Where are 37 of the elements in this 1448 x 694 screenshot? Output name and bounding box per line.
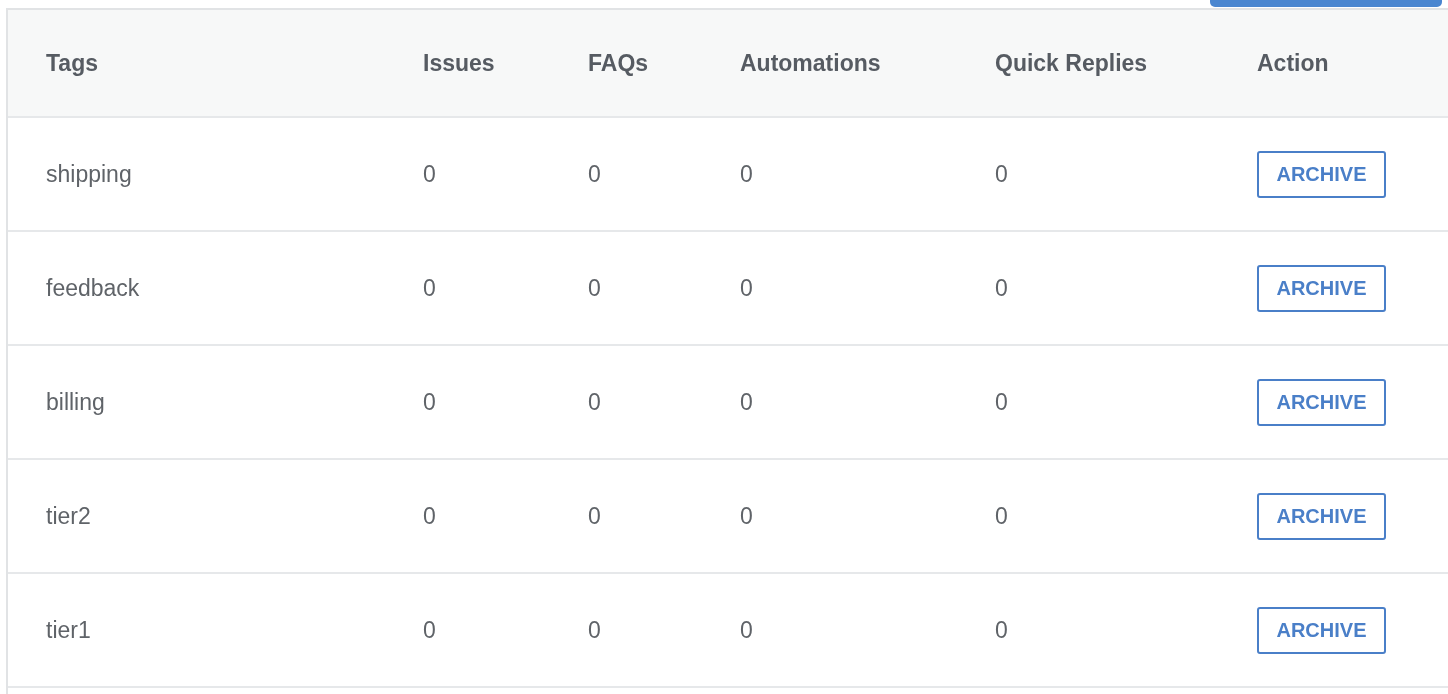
table-cell: 0 [995, 160, 1008, 187]
column-header: Quick Replies [995, 49, 1148, 76]
column-header: Tags [46, 49, 98, 76]
table-cell: 0 [423, 616, 436, 643]
table-cell: 0 [423, 160, 436, 187]
table-cell: 0 [588, 160, 601, 187]
table-cell: 0 [740, 160, 753, 187]
table-cell: 0 [588, 616, 601, 643]
table-cell: 0 [740, 388, 753, 415]
table-cell: 0 [423, 274, 436, 301]
button-edge[interactable] [1210, 0, 1442, 7]
column-header: Action [1257, 49, 1329, 76]
table-cell: billing [46, 388, 105, 415]
table-cell: tier2 [46, 502, 91, 529]
table-cell: 0 [995, 502, 1008, 529]
column-header: FAQs [588, 49, 649, 76]
table-cell: 0 [995, 388, 1008, 415]
table-cell: feedback [46, 274, 140, 301]
table-cell: 0 [588, 274, 601, 301]
table-cell: shipping [46, 160, 132, 187]
table-cell: 0 [740, 274, 753, 301]
column-header: Automations [740, 49, 881, 76]
table-cell: 0 [740, 502, 753, 529]
table-cell: 0 [995, 274, 1008, 301]
table-cell: 0 [588, 502, 601, 529]
table-cell: 0 [423, 502, 436, 529]
table-cell: 0 [588, 388, 601, 415]
table-cell: 0 [995, 616, 1008, 643]
table-cell: 0 [740, 616, 753, 643]
archive-button[interactable]: ARCHIVE [1257, 492, 1386, 540]
table-cell: tier1 [46, 616, 91, 643]
archive-button[interactable]: ARCHIVE [1257, 378, 1386, 426]
archive-button[interactable]: ARCHIVE [1257, 150, 1386, 198]
archive-button[interactable]: ARCHIVE [1257, 264, 1386, 312]
table-cell: 0 [423, 388, 436, 415]
column-header: Issues [423, 49, 495, 76]
archive-button[interactable]: ARCHIVE [1257, 606, 1386, 654]
